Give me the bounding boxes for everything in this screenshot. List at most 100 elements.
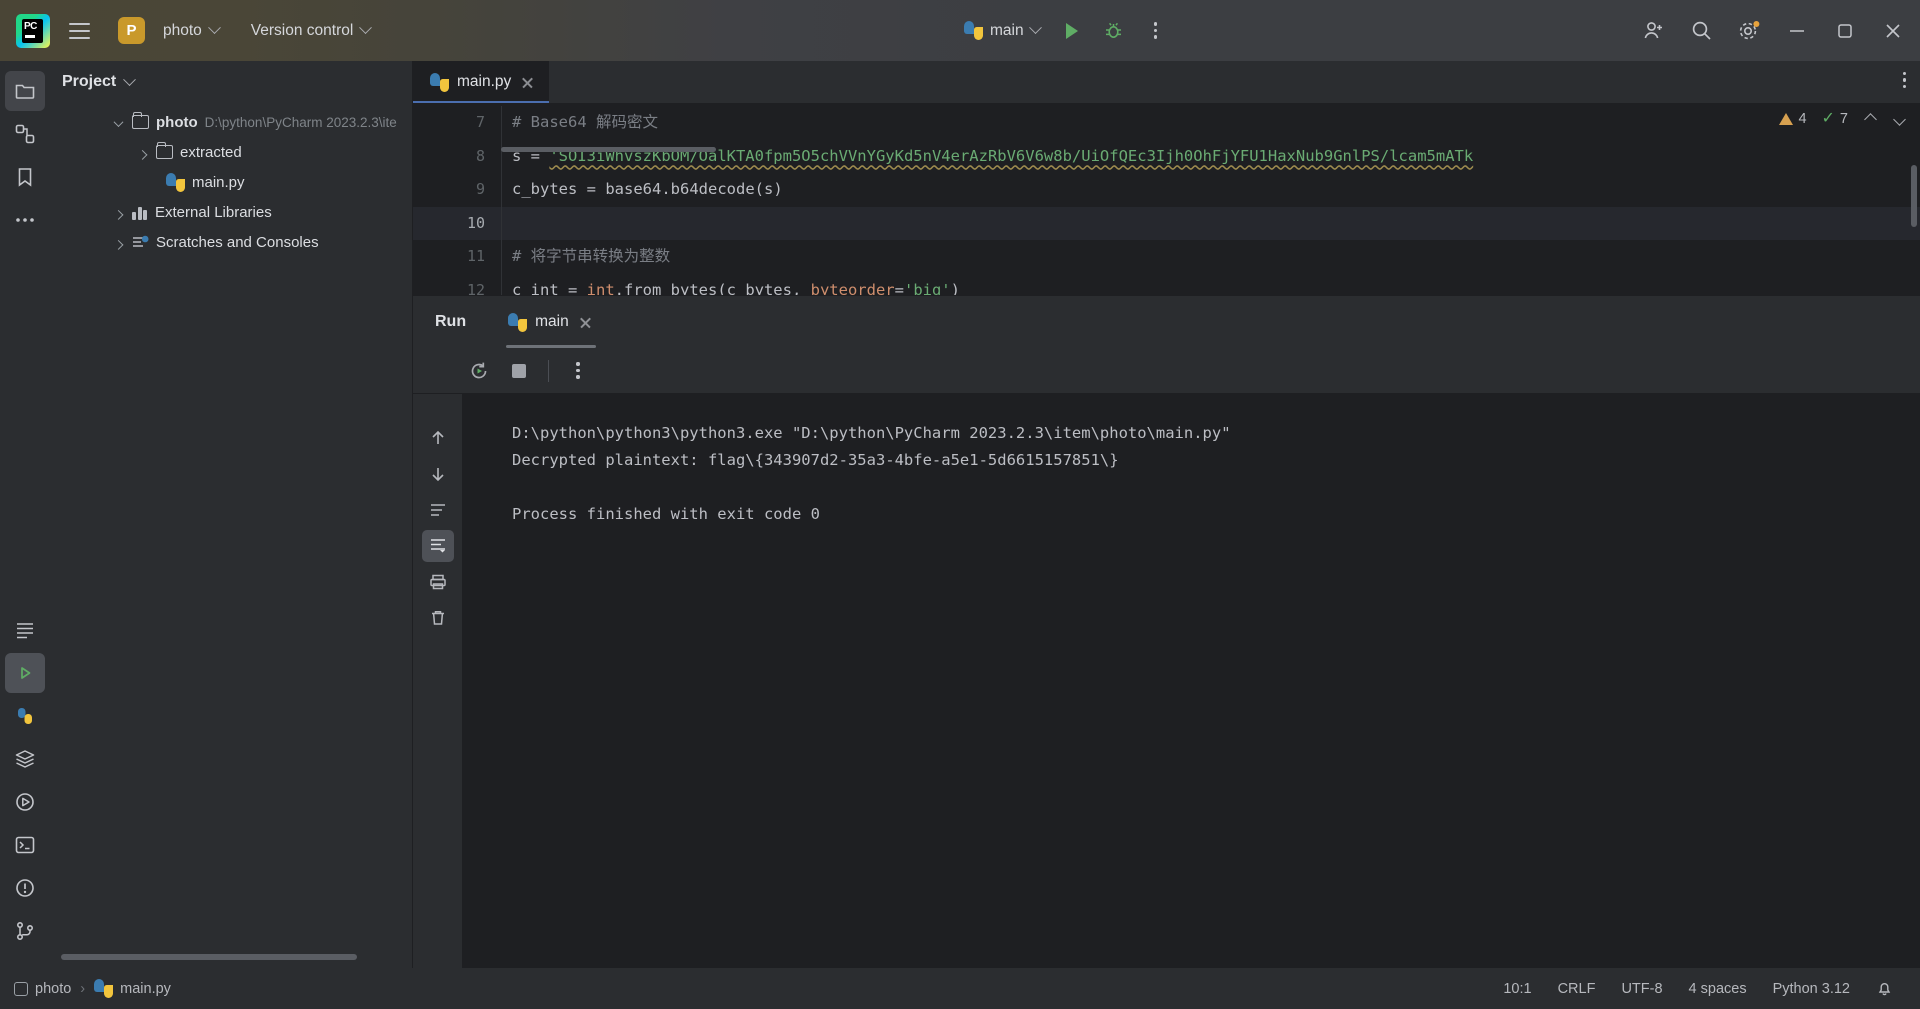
print-button[interactable] bbox=[422, 566, 454, 598]
run-panel-header: Run main bbox=[413, 296, 1920, 348]
project-tree-horizontal-scrollbar[interactable] bbox=[61, 954, 402, 960]
scroll-down-button[interactable] bbox=[422, 458, 454, 490]
scratches-icon bbox=[132, 235, 149, 250]
run-button[interactable] bbox=[1053, 12, 1091, 50]
minimize-button[interactable] bbox=[1774, 0, 1820, 61]
arrow-up-icon bbox=[431, 430, 444, 444]
account-icon bbox=[1644, 22, 1662, 39]
check-count: ✓ 7 bbox=[1822, 111, 1848, 128]
tool-window-run[interactable] bbox=[4, 653, 45, 693]
tool-window-python-packages[interactable] bbox=[5, 696, 45, 736]
tool-window-project[interactable] bbox=[4, 71, 45, 111]
tool-window-bookmarks[interactable] bbox=[5, 157, 45, 197]
clear-console-button[interactable] bbox=[422, 602, 454, 634]
close-icon[interactable] bbox=[519, 74, 536, 91]
code-token: . bbox=[661, 180, 671, 198]
run-tab-main[interactable]: main bbox=[496, 296, 606, 348]
tree-node-scratches-and-consoles[interactable]: Scratches and Consoles bbox=[49, 227, 412, 257]
scroll-to-end-button[interactable] bbox=[421, 530, 454, 562]
print-icon bbox=[429, 574, 446, 590]
code-token: c_bytes bbox=[512, 180, 587, 198]
search-everywhere-button[interactable] bbox=[1678, 0, 1724, 61]
code-line: # Base64 解码密文 bbox=[501, 106, 1920, 140]
library-icon bbox=[132, 205, 148, 220]
line-number: 10 bbox=[413, 206, 501, 240]
list-icon bbox=[16, 623, 33, 639]
debug-button[interactable] bbox=[1095, 12, 1133, 50]
python-icon bbox=[17, 708, 32, 724]
expand-toggle[interactable] bbox=[111, 114, 125, 131]
settings-button[interactable] bbox=[1726, 0, 1772, 61]
more-tool-windows-button[interactable] bbox=[5, 200, 45, 240]
editor-horizontal-scrollbar[interactable] bbox=[501, 147, 716, 152]
tool-window-version-control[interactable] bbox=[5, 911, 45, 951]
version-control-widget[interactable]: Version control bbox=[243, 17, 379, 45]
chevron-right-icon bbox=[137, 149, 147, 160]
structure-icon bbox=[15, 124, 34, 144]
editor-vertical-scrollbar[interactable] bbox=[1911, 165, 1917, 227]
code-line: # 将字节串转换为整数 bbox=[501, 240, 1920, 274]
close-button[interactable] bbox=[1870, 0, 1916, 61]
console-area: D:\python\python3\python3.exe "D:\python… bbox=[413, 394, 1920, 968]
close-icon[interactable] bbox=[577, 314, 594, 331]
code-editor[interactable]: 4 ✓ 7 7 8 9 10 11 12 # Base64 解码密文 s = '… bbox=[413, 103, 1920, 295]
stop-button[interactable] bbox=[499, 351, 539, 391]
rerun-button[interactable] bbox=[459, 351, 499, 391]
code-line: s = 'SOI3iWhvszKbOM/OalKTA0fpm5O5chVVnYG… bbox=[501, 139, 1920, 173]
account-button[interactable] bbox=[1630, 0, 1676, 61]
tree-node-main-py[interactable]: main.py bbox=[49, 167, 412, 197]
run-configuration-selector[interactable]: main bbox=[955, 16, 1049, 45]
notifications-button[interactable] bbox=[1863, 980, 1906, 997]
tool-window-database[interactable] bbox=[5, 739, 45, 779]
console-output[interactable]: D:\python\python3\python3.exe "D:\python… bbox=[462, 394, 1920, 968]
tool-window-problems[interactable] bbox=[5, 868, 45, 908]
indent-setting[interactable]: 4 spaces bbox=[1676, 981, 1760, 997]
line-separator[interactable]: CRLF bbox=[1545, 981, 1609, 997]
title-bar-left: PC P photo Version control bbox=[0, 11, 378, 51]
editor-options-button[interactable] bbox=[1902, 72, 1906, 89]
soft-wrap-icon bbox=[430, 504, 445, 516]
console-line: Process finished with exit code 0 bbox=[512, 505, 820, 523]
soft-wrap-button[interactable] bbox=[422, 494, 454, 526]
expand-toggle[interactable] bbox=[111, 204, 125, 221]
hamburger-menu-icon[interactable] bbox=[62, 11, 96, 51]
inspection-widget[interactable]: 4 ✓ 7 bbox=[1779, 111, 1906, 128]
folder-icon bbox=[156, 142, 173, 159]
expand-toggle[interactable] bbox=[111, 234, 125, 251]
code-token: # 将字节串转换为整数 bbox=[512, 247, 671, 265]
tree-node-external-libraries[interactable]: External Libraries bbox=[49, 197, 412, 227]
status-bar: photo › main.py 10:1 CRLF UTF-8 4 spaces… bbox=[0, 968, 1920, 1009]
caret-position[interactable]: 10:1 bbox=[1490, 981, 1544, 997]
console-line: Decrypted plaintext: flag\{343907d2-35a3… bbox=[512, 451, 1119, 469]
run-more-options-button[interactable] bbox=[558, 351, 598, 391]
file-encoding[interactable]: UTF-8 bbox=[1608, 981, 1675, 997]
scroll-up-button[interactable] bbox=[422, 422, 454, 454]
expand-toggle[interactable] bbox=[135, 144, 149, 161]
interpreter-setting[interactable]: Python 3.12 bbox=[1760, 981, 1863, 997]
tree-node-photo[interactable]: photo D:\python\PyCharm 2023.2.3\ite bbox=[49, 107, 412, 137]
tool-window-todo[interactable] bbox=[5, 610, 45, 650]
problems-icon bbox=[15, 879, 34, 897]
more-run-actions-button[interactable] bbox=[1137, 12, 1175, 50]
tool-window-terminal[interactable] bbox=[5, 825, 45, 865]
code-token: # Base64 解码密文 bbox=[512, 113, 658, 131]
code-lines[interactable]: # Base64 解码密文 s = 'SOI3iWhvszKbOM/OalKTA… bbox=[501, 103, 1920, 295]
project-panel-header[interactable]: Project bbox=[49, 61, 412, 103]
chevron-right-icon bbox=[113, 209, 123, 220]
maximize-icon bbox=[1838, 23, 1852, 38]
tree-node-extracted[interactable]: extracted bbox=[49, 137, 412, 167]
project-widget[interactable]: P photo bbox=[110, 12, 227, 49]
breadcrumb-item-photo[interactable]: photo bbox=[14, 981, 71, 997]
breadcrumb-item-main-py[interactable]: main.py bbox=[94, 979, 171, 998]
warning-count: 4 bbox=[1779, 111, 1807, 127]
python-file-icon bbox=[430, 72, 449, 92]
project-badge: P bbox=[118, 17, 145, 44]
tool-window-structure[interactable] bbox=[5, 114, 45, 154]
maximize-button[interactable] bbox=[1822, 0, 1868, 61]
next-problem-icon[interactable] bbox=[1893, 112, 1906, 126]
run-widget-group: main bbox=[955, 0, 1175, 61]
console-line: D:\python\python3\python3.exe "D:\python… bbox=[512, 424, 1231, 442]
previous-problem-icon[interactable] bbox=[1864, 112, 1877, 126]
editor-tab-main-py[interactable]: main.py bbox=[413, 61, 550, 103]
tool-window-services[interactable] bbox=[5, 782, 45, 822]
